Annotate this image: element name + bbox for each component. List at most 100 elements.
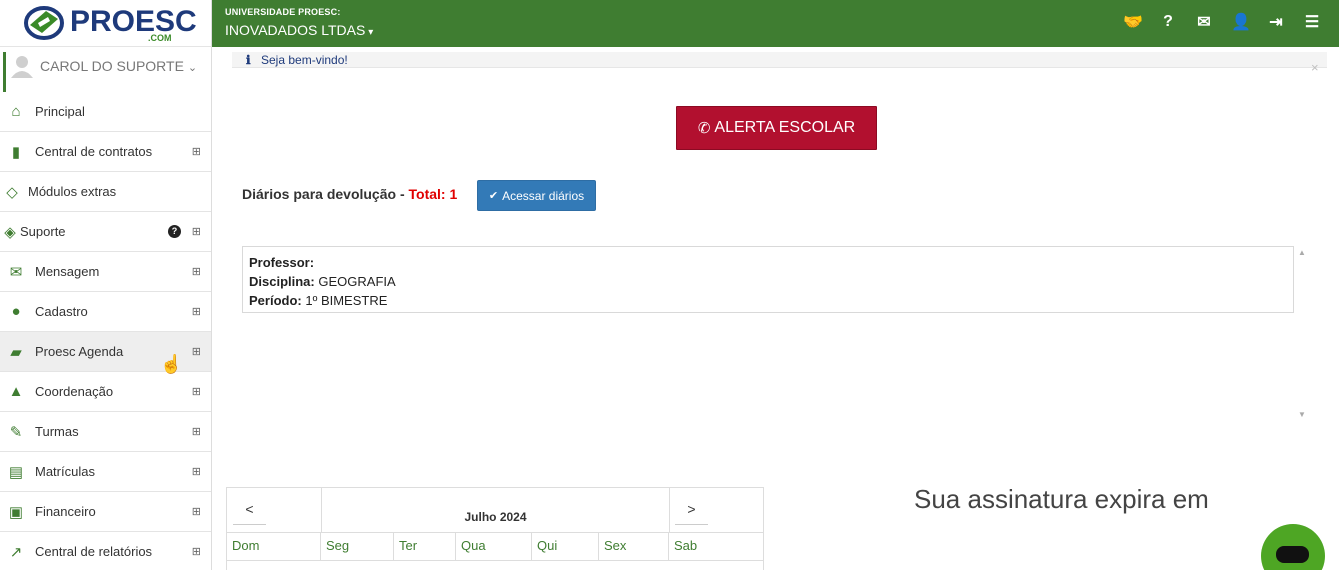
weekday-label: Qui <box>532 533 599 561</box>
professor-label: Professor: <box>249 255 315 270</box>
envelope-icon[interactable]: ✉ <box>1195 12 1213 32</box>
sidebar-item-label: Suporte <box>20 224 66 239</box>
disciplina-label: Disciplina: <box>249 274 315 289</box>
sidebar-item-central-relatorios[interactable]: ↗ Central de relatórios ⊞ <box>0 532 211 570</box>
diarios-heading: Diários para devolução - Total: 1 <box>242 186 457 202</box>
sidebar-item-principal[interactable]: ⌂ Principal <box>0 92 211 132</box>
sidebar-item-matriculas[interactable]: ▤ Matrículas ⊞ <box>0 452 211 492</box>
user-icon[interactable]: 👤 <box>1231 12 1251 32</box>
expand-icon[interactable]: ⊞ <box>192 345 201 358</box>
money-icon: ▣ <box>8 503 24 521</box>
sidebar: CAROL DO SUPORTE ⌄ ⌂ Principal ▮ Central… <box>0 47 212 570</box>
calendar-prev-button[interactable]: < <box>233 493 266 525</box>
expand-icon[interactable]: ⊞ <box>192 385 201 398</box>
expand-icon[interactable]: ⊞ <box>192 465 201 478</box>
sidebar-item-coordenacao[interactable]: ▲ Coordenação ⊞ <box>0 372 211 412</box>
diarios-label: Diários para devolução - <box>242 186 405 202</box>
expand-icon[interactable]: ⊞ <box>192 145 201 158</box>
pencil-icon: ✎ <box>9 423 23 441</box>
sidebar-item-label: Financeiro <box>35 504 96 519</box>
chat-icon <box>1276 546 1309 563</box>
ticket-icon: ◈ <box>4 223 16 241</box>
sidebar-item-label: Coordenação <box>35 384 114 399</box>
graduation-cap-icon: ▲ <box>8 383 24 400</box>
open-book-icon: ▤ <box>8 463 24 481</box>
sidebar-item-label: Principal <box>35 104 85 119</box>
sidebar-item-financeiro[interactable]: ▣ Financeiro ⊞ <box>0 492 211 532</box>
proesc-logo-icon <box>24 6 64 40</box>
check-icon: ✔ <box>488 190 499 202</box>
divider <box>669 488 670 533</box>
expand-icon[interactable]: ⊞ <box>192 505 201 518</box>
calendar-header: < Julho 2024 > <box>227 488 763 533</box>
envelope-icon: ✉ <box>9 263 23 281</box>
sidebar-item-label: Turmas <box>35 424 79 439</box>
chat-button[interactable] <box>1261 524 1325 570</box>
scroll-down-icon[interactable]: ▼ <box>1298 410 1306 419</box>
weekday-label: Ter <box>394 533 456 561</box>
disciplina-row: Disciplina: GEOGRAFIA <box>249 272 1287 291</box>
sidebar-item-label: Mensagem <box>35 264 100 279</box>
periodo-value: 1º BIMESTRE <box>305 293 388 308</box>
users-icon: ● <box>11 303 21 320</box>
user-menu[interactable]: CAROL DO SUPORTE ⌄ <box>3 52 211 92</box>
company-name: INOVADADOS LTDAS <box>225 22 366 38</box>
chevron-down-icon: ⌄ <box>187 62 198 74</box>
weekday-label: Qua <box>456 533 532 561</box>
sidebar-item-turmas[interactable]: ✎ Turmas ⊞ <box>0 412 211 452</box>
book-icon: ▰ <box>10 343 22 361</box>
weekday-label: Sab <box>674 538 698 553</box>
logo-text: PROESC <box>70 5 197 38</box>
sidebar-item-label: Central de relatórios <box>35 544 153 559</box>
sidebar-item-central-contratos[interactable]: ▮ Central de contratos ⊞ <box>0 132 211 172</box>
logo-area[interactable]: PROESC .COM <box>0 0 212 47</box>
avatar <box>11 56 33 78</box>
scroll-up-icon[interactable]: ▲ <box>1298 248 1306 257</box>
company-selector[interactable]: INOVADADOS LTDAS ▾ <box>225 22 373 38</box>
expand-icon[interactable]: ⊞ <box>192 545 201 558</box>
expand-icon[interactable]: ⊞ <box>192 225 201 238</box>
subscription-text: Sua assinatura expira em <box>914 484 1209 514</box>
sidebar-item-mensagem[interactable]: ✉ Mensagem ⊞ <box>0 252 211 292</box>
expand-icon[interactable]: ⊞ <box>192 265 201 278</box>
diamond-icon: ◇ <box>6 183 18 201</box>
welcome-alert: ℹ Seja bem-vindo! <box>232 52 1327 68</box>
handshake-icon[interactable]: 🤝 <box>1123 12 1143 32</box>
alerta-escolar-button[interactable]: ✆ ALERTA ESCOLAR <box>676 106 877 150</box>
acessar-diarios-button[interactable]: ✔ Acessar diários <box>477 180 596 211</box>
expand-icon[interactable]: ⊞ <box>192 425 201 438</box>
question-icon[interactable]: ? <box>1159 13 1177 31</box>
sidebar-item-label: Cadastro <box>35 304 88 319</box>
sidebar-item-modulos-extras[interactable]: ◇ Módulos extras <box>0 172 211 212</box>
menu-icon[interactable]: ☰ <box>1303 12 1321 32</box>
sidebar-item-suporte[interactable]: ◈ Suporte ? ⊞ <box>0 212 211 252</box>
expand-icon[interactable]: ⊞ <box>192 305 201 318</box>
home-icon: ⌂ <box>11 103 21 120</box>
file-icon: ▮ <box>11 143 21 161</box>
alerta-escolar-label: ALERTA ESCOLAR <box>714 119 856 136</box>
sidebar-item-cadastro[interactable]: ● Cadastro ⊞ <box>0 292 211 332</box>
calendar: < Julho 2024 > Dom Seg Ter Qua Qui Sex S… <box>226 487 764 570</box>
periodo-row: Período: 1º BIMESTRE <box>249 291 1287 310</box>
disciplina-value: GEOGRAFIA <box>318 274 396 289</box>
calendar-weekdays: Dom Seg Ter Qua Qui Sex Sab <box>227 533 763 561</box>
logo-suffix: .COM <box>148 33 172 43</box>
chart-line-icon: ↗ <box>9 543 23 561</box>
help-icon[interactable]: ? <box>168 225 181 238</box>
user-name: CAROL DO SUPORTE ⌄ <box>40 58 197 74</box>
weekday-label: Dom <box>227 533 321 561</box>
welcome-text: Seja bem-vindo! <box>261 53 348 67</box>
periodo-label: Período: <box>249 293 302 308</box>
calendar-next-button[interactable]: > <box>675 493 708 525</box>
close-icon[interactable]: × <box>1311 60 1319 75</box>
phone-icon: ✆ <box>697 120 711 137</box>
weekday-label: Sex <box>599 533 669 561</box>
logout-icon[interactable]: ⇥ <box>1267 12 1285 32</box>
weekday-label: Seg <box>321 533 394 561</box>
sidebar-item-label: Módulos extras <box>28 184 117 199</box>
diarios-total: Total: 1 <box>408 186 458 202</box>
pointer-cursor-icon: ☝ <box>160 354 183 374</box>
sidebar-item-label: Matrículas <box>35 464 95 479</box>
top-icons: 🤝 ? ✉ 👤 ⇥ ☰ <box>1123 12 1321 32</box>
user-name-text: CAROL DO SUPORTE <box>40 58 184 74</box>
